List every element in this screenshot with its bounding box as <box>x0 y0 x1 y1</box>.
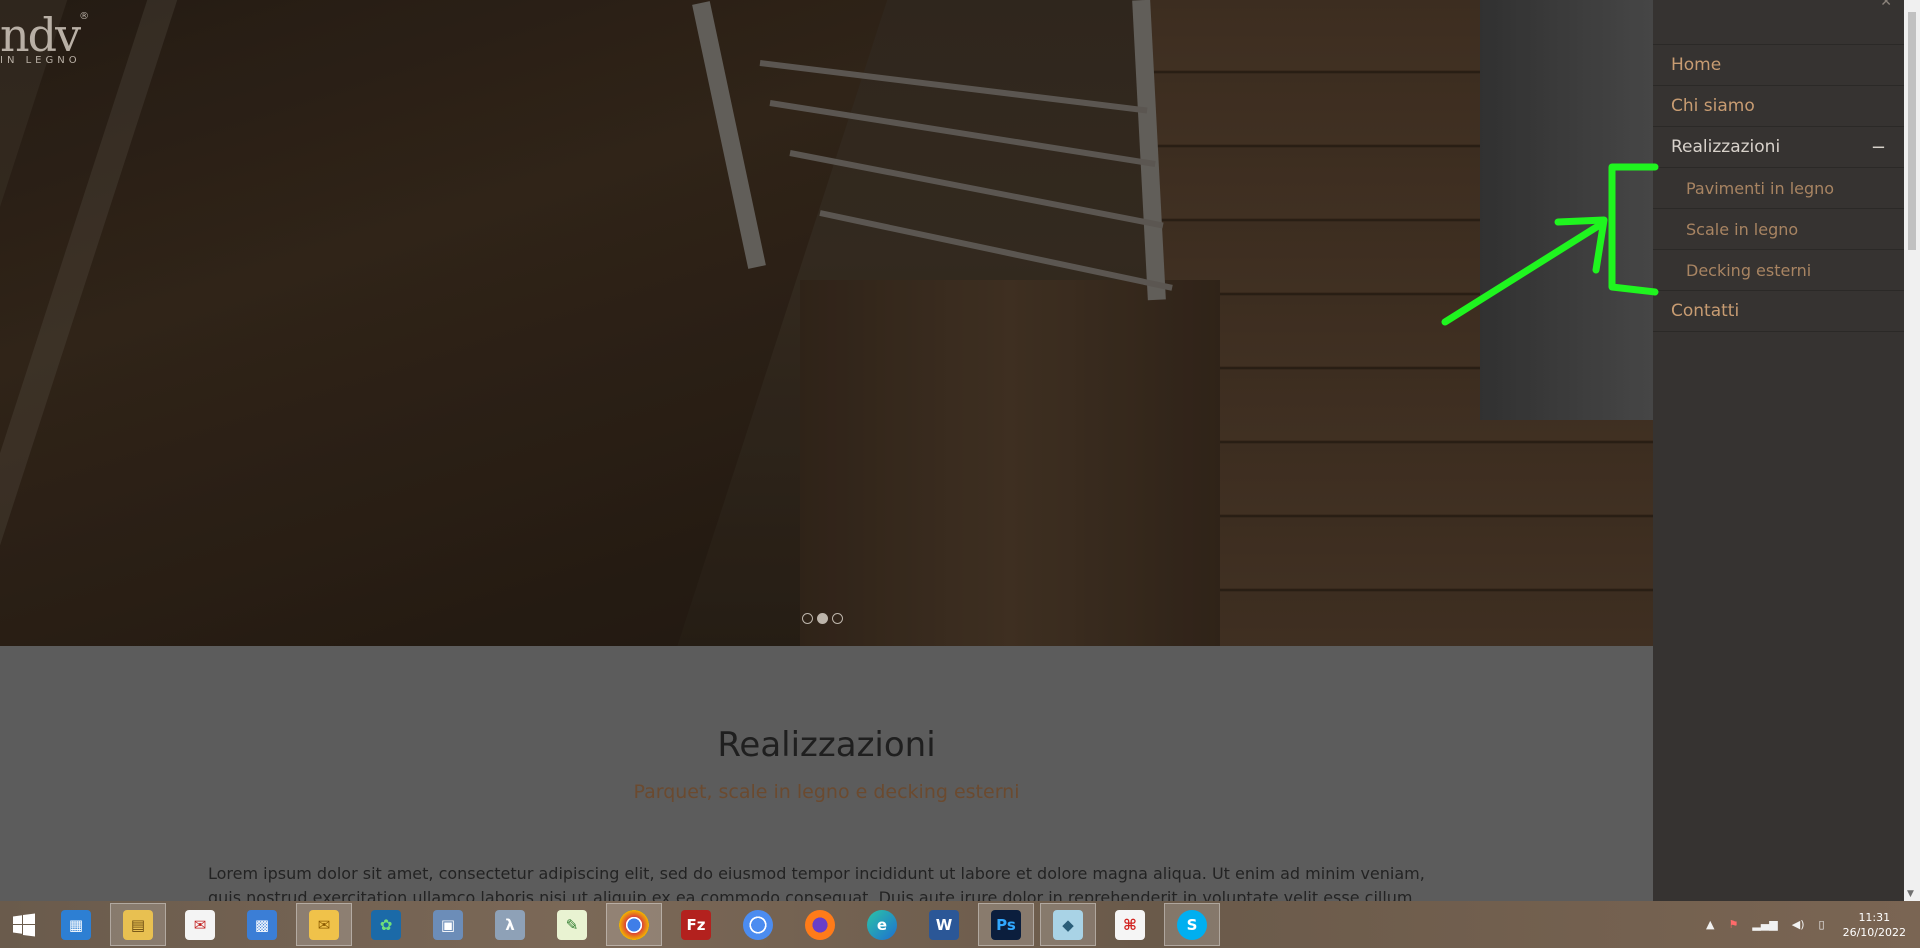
taskbar-skype[interactable]: S <box>1164 903 1220 946</box>
hero-shade <box>0 0 1653 646</box>
taskbar-network-app[interactable]: ▣ <box>420 903 476 946</box>
taskbar: ▦ ▤ ✉ ▩ ✉ ✿ ▣ λ ✎ Fz e W Ps ◆ ⌘ S ▲ ⚑ ▂▄… <box>0 901 1920 948</box>
filezilla-icon: Fz <box>681 909 711 940</box>
logo-subtitle: IN LEGNO <box>0 55 81 66</box>
firefox-icon <box>805 909 835 940</box>
page-subtitle: Parquet, scale in legno e decking estern… <box>633 781 1020 803</box>
menu-item-label: Home <box>1671 55 1722 75</box>
taskbar-calculator[interactable]: ▩ <box>234 903 290 946</box>
submenu-item-pavimenti[interactable]: Pavimenti in legno <box>1653 168 1904 209</box>
taskbar-chrome[interactable] <box>606 903 662 946</box>
tray-expand-icon[interactable]: ▲ <box>1706 918 1714 931</box>
taskbar-chromium[interactable] <box>730 903 786 946</box>
menu-item-label: Pavimenti in legno <box>1686 178 1835 198</box>
skype-icon: S <box>1177 909 1207 940</box>
calculator-icon: ▩ <box>247 909 277 940</box>
butterfly-icon: ✿ <box>371 909 401 940</box>
taskbar-remote-desktop[interactable]: ▦ <box>48 903 104 946</box>
slider-dots <box>802 613 843 624</box>
clock-time: 11:31 <box>1858 910 1891 924</box>
page-title: Realizzazioni <box>717 725 936 765</box>
photoshop-icon: Ps <box>991 909 1021 940</box>
submenu-item-scale[interactable]: Scale in legno <box>1653 209 1904 250</box>
clock[interactable]: 11:31 26/10/2022 <box>1843 910 1906 940</box>
word-icon: W <box>929 909 959 940</box>
taskbar-sticky-app[interactable]: ◆ <box>1040 903 1096 946</box>
volume-icon[interactable]: ◀) <box>1792 918 1805 931</box>
signal-icon[interactable]: ▂▄▆ <box>1752 918 1777 931</box>
chromium-icon <box>743 909 773 940</box>
note-icon: ◆ <box>1053 909 1083 940</box>
taskbar-firefox[interactable] <box>792 903 848 946</box>
mail-icon: ✉ <box>185 909 215 940</box>
taskbar-edge[interactable]: e <box>854 903 910 946</box>
menu-item-label: Decking esterni <box>1686 260 1812 280</box>
chrome-icon <box>619 909 649 940</box>
logo-registered: ® <box>79 11 90 22</box>
slider-dot-active[interactable] <box>817 613 828 624</box>
taskbar-word[interactable]: W <box>916 903 972 946</box>
menu-item-label: Realizzazioni <box>1671 137 1781 157</box>
slider-dot[interactable] <box>832 613 843 624</box>
menu-item-home[interactable]: Home <box>1653 45 1904 86</box>
notepad-icon: ✎ <box>557 909 587 940</box>
envelope-icon: ✉ <box>309 909 339 940</box>
hero-slider: ndv® IN LEGNO <box>0 0 1653 646</box>
scrollbar-thumb[interactable] <box>1908 12 1916 250</box>
taskbar-acrobat[interactable]: ⌘ <box>1102 903 1158 946</box>
system-tray: ▲ ⚑ ▂▄▆ ◀) ▯ 11:31 26/10/2022 <box>1706 901 1920 948</box>
lambda-icon: λ <box>495 909 525 940</box>
folder-icon: ▤ <box>123 909 153 940</box>
taskbar-photoshop[interactable]: Ps <box>978 903 1034 946</box>
site-logo[interactable]: ndv® IN LEGNO <box>0 12 89 66</box>
battery-icon[interactable]: ▯ <box>1819 918 1825 931</box>
pdf-icon: ⌘ <box>1115 909 1145 940</box>
content-section: Realizzazioni Parquet, scale in legno e … <box>0 646 1653 931</box>
page-scrollbar[interactable]: ▼ <box>1904 0 1920 901</box>
clock-date: 26/10/2022 <box>1842 925 1906 939</box>
taskbar-notepad-plus[interactable]: ✎ <box>544 903 600 946</box>
taskbar-outlook[interactable]: ✉ <box>296 903 352 946</box>
menu-item-label: Contatti <box>1671 301 1740 321</box>
taskbar-lambda-app[interactable]: λ <box>482 903 538 946</box>
menu-list: Home Chi siamo Realizzazioni − Pavimenti… <box>1653 44 1904 332</box>
action-center-flag-icon[interactable]: ⚑ <box>1729 918 1739 931</box>
slider-dot[interactable] <box>802 613 813 624</box>
close-icon[interactable]: ✕ <box>1880 0 1892 10</box>
menu-item-label: Chi siamo <box>1671 96 1755 116</box>
edge-icon: e <box>867 909 897 940</box>
logo-mark: ndv <box>0 8 81 62</box>
network-icon: ▣ <box>433 909 463 940</box>
menu-item-contatti[interactable]: Contatti <box>1653 291 1904 332</box>
menu-item-chi-siamo[interactable]: Chi siamo <box>1653 86 1904 127</box>
submenu-item-decking[interactable]: Decking esterni <box>1653 250 1904 291</box>
remote-desktop-icon: ▦ <box>61 909 91 940</box>
taskbar-filezilla[interactable]: Fz <box>668 903 724 946</box>
windows-icon <box>13 913 35 936</box>
menu-item-realizzazioni[interactable]: Realizzazioni − <box>1653 127 1904 168</box>
taskbar-file-explorer[interactable]: ▤ <box>110 903 166 946</box>
menu-item-label: Scale in legno <box>1686 219 1799 239</box>
windows-start-button[interactable] <box>0 901 48 948</box>
taskbar-mail-client[interactable]: ✉ <box>172 903 228 946</box>
side-menu: ✕ Home Chi siamo Realizzazioni − Pavimen… <box>1653 0 1904 901</box>
taskbar-butterfly-app[interactable]: ✿ <box>358 903 414 946</box>
collapse-toggle-icon[interactable]: − <box>1871 137 1886 158</box>
scroll-down-icon[interactable]: ▼ <box>1907 889 1914 899</box>
